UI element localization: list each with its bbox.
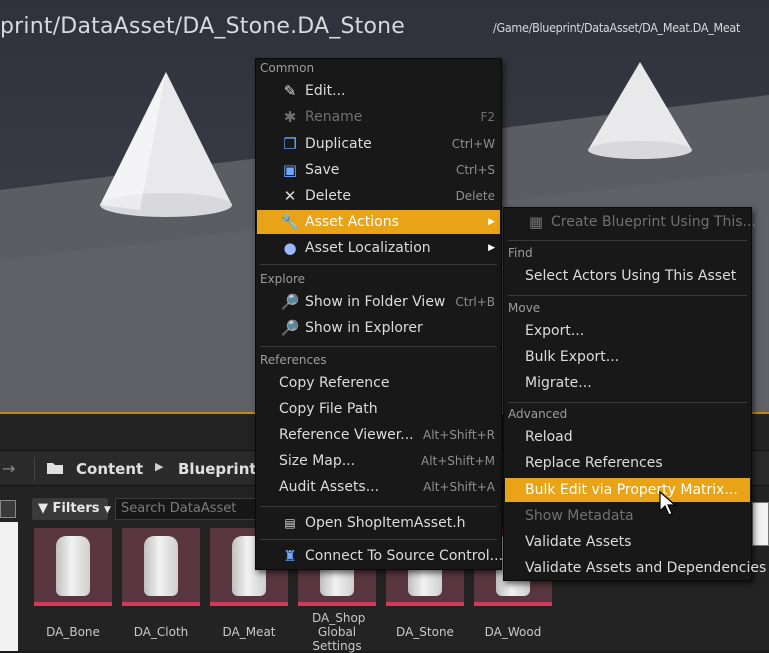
section-header-references: References (260, 353, 327, 367)
menu-divider (260, 506, 497, 507)
menu-item-open-source[interactable]: ▤ Open ShopItemAsset.h (257, 511, 500, 535)
menu-divider (260, 539, 497, 540)
viewport-asset-label-secondary: /Game/Blueprint/DataAsset/DA_Meat.DA_Mea… (493, 21, 741, 35)
menu-item-show-in-explorer[interactable]: 🔎 Show in Explorer (257, 316, 500, 340)
menu-item-rename[interactable]: ✱ Rename F2 (257, 105, 500, 129)
rename-icon: ✱ (283, 108, 297, 126)
menu-item-copy-reference[interactable]: Copy Reference (257, 371, 500, 395)
close-icon: ✕ (283, 187, 297, 205)
search-input[interactable]: Search DataAsset (115, 498, 260, 520)
menu-item-bulk-export[interactable]: Bulk Export... (505, 345, 750, 369)
filters-label: Filters (52, 501, 100, 516)
menu-item-reference-viewer[interactable]: Reference Viewer... Alt+Shift+R (257, 423, 500, 447)
filters-button[interactable]: ▼ Filters ▼ (32, 498, 111, 520)
section-header-move: Move (508, 301, 541, 315)
viewport-asset-label: print/DataAsset/DA_Stone.DA_Stone (0, 14, 406, 39)
code-file-icon: ▤ (284, 516, 296, 530)
asset-thumbnail (144, 536, 178, 596)
section-header-find: Find (508, 246, 533, 260)
asset-label: DA_Meat (222, 625, 276, 639)
breadcrumb-content[interactable]: Content (76, 460, 143, 478)
menu-item-replace-references[interactable]: Replace References (505, 451, 750, 475)
menu-item-validate-assets[interactable]: Validate Assets (505, 530, 750, 554)
menu-item-asset-localization[interactable]: ● Asset Localization ▶ (257, 236, 500, 260)
forward-arrow-icon[interactable]: → (2, 459, 15, 478)
menu-item-edit[interactable]: ✎ Edit... (257, 79, 500, 103)
asset-tile-da-cloth[interactable] (122, 528, 200, 606)
menu-item-reload[interactable]: Reload (505, 425, 750, 449)
sources-panel[interactable] (0, 522, 18, 651)
save-icon: ▣ (282, 161, 298, 179)
menu-divider (508, 295, 747, 296)
submenu-arrow-icon: ▶ (488, 243, 495, 253)
menu-item-copy-file-path[interactable]: Copy File Path (257, 397, 500, 421)
asset-actions-submenu: ▦ Create Blueprint Using This... Find Se… (503, 207, 766, 581)
menu-item-save[interactable]: ▣ Save Ctrl+S (257, 158, 500, 182)
menu-item-migrate[interactable]: Migrate... (505, 371, 750, 395)
menu-divider (260, 346, 497, 347)
pencil-icon: ✎ (283, 82, 297, 100)
filter-icon: ▼ (38, 501, 48, 516)
section-header-explore: Explore (260, 272, 306, 286)
menu-item-asset-actions[interactable]: 🔧 Asset Actions ▶ (257, 210, 500, 234)
magnifier-icon: 🔎 (280, 319, 300, 337)
mouse-cursor-icon (659, 491, 677, 516)
section-header-common: Common (260, 61, 315, 75)
chevron-down-icon: ▼ (104, 505, 111, 515)
menu-item-bulk-edit-property-matrix[interactable]: Bulk Edit via Property Matrix... (505, 478, 750, 502)
wrench-icon: 🔧 (280, 213, 300, 231)
asset-label: DA_Cloth (133, 625, 189, 639)
chevron-right-icon: ▶ (155, 460, 164, 473)
duplicate-icon: ❐ (283, 135, 297, 153)
asset-context-menu: Common ✎ Edit... ✱ Rename F2 ❐ Duplicate… (255, 58, 503, 570)
submenu-arrow-icon: ▶ (488, 217, 495, 227)
folder-icon (47, 463, 63, 474)
section-header-advanced: Advanced (508, 407, 568, 421)
menu-item-create-blueprint[interactable]: ▦ Create Blueprint Using This... (505, 210, 756, 234)
menu-divider (508, 240, 747, 241)
menu-item-connect-source-control[interactable]: ♜ Connect To Source Control... (257, 544, 503, 568)
source-control-icon: ♜ (283, 547, 297, 565)
menu-item-validate-assets-dependencies[interactable]: Validate Assets and Dependencies (505, 556, 766, 580)
asset-label: DA_Wood (484, 625, 542, 639)
menu-item-select-actors[interactable]: Select Actors Using This Asset (505, 264, 750, 288)
menu-item-size-map[interactable]: Size Map... Alt+Shift+M (257, 449, 500, 473)
menu-item-duplicate[interactable]: ❐ Duplicate Ctrl+W (257, 132, 500, 156)
menu-divider (508, 402, 747, 403)
menu-item-show-metadata[interactable]: Show Metadata (505, 504, 750, 528)
asset-label: DA_Bone (46, 625, 100, 639)
breadcrumb-blueprint[interactable]: Blueprint (178, 460, 257, 478)
view-options-button[interactable] (752, 502, 769, 546)
menu-item-export[interactable]: Export... (505, 319, 750, 343)
menu-divider (260, 264, 497, 265)
asset-tile-da-bone[interactable] (34, 528, 112, 606)
menu-item-audit-assets[interactable]: Audit Assets... Alt+Shift+A (257, 475, 500, 499)
menu-item-delete[interactable]: ✕ Delete Delete (257, 184, 500, 208)
blueprint-icon: ▦ (528, 213, 544, 231)
menu-item-show-in-folder-view[interactable]: 🔎 Show in Folder View Ctrl+B (257, 290, 500, 314)
asset-label: DA_Stone (396, 625, 454, 639)
list-view-icon[interactable] (0, 500, 16, 518)
globe-icon: ● (283, 239, 297, 257)
asset-label: DA_Shop Global Settings (312, 611, 366, 653)
magnifier-icon: 🔎 (280, 293, 300, 311)
asset-thumbnail (56, 536, 90, 596)
path-separator (34, 457, 35, 481)
